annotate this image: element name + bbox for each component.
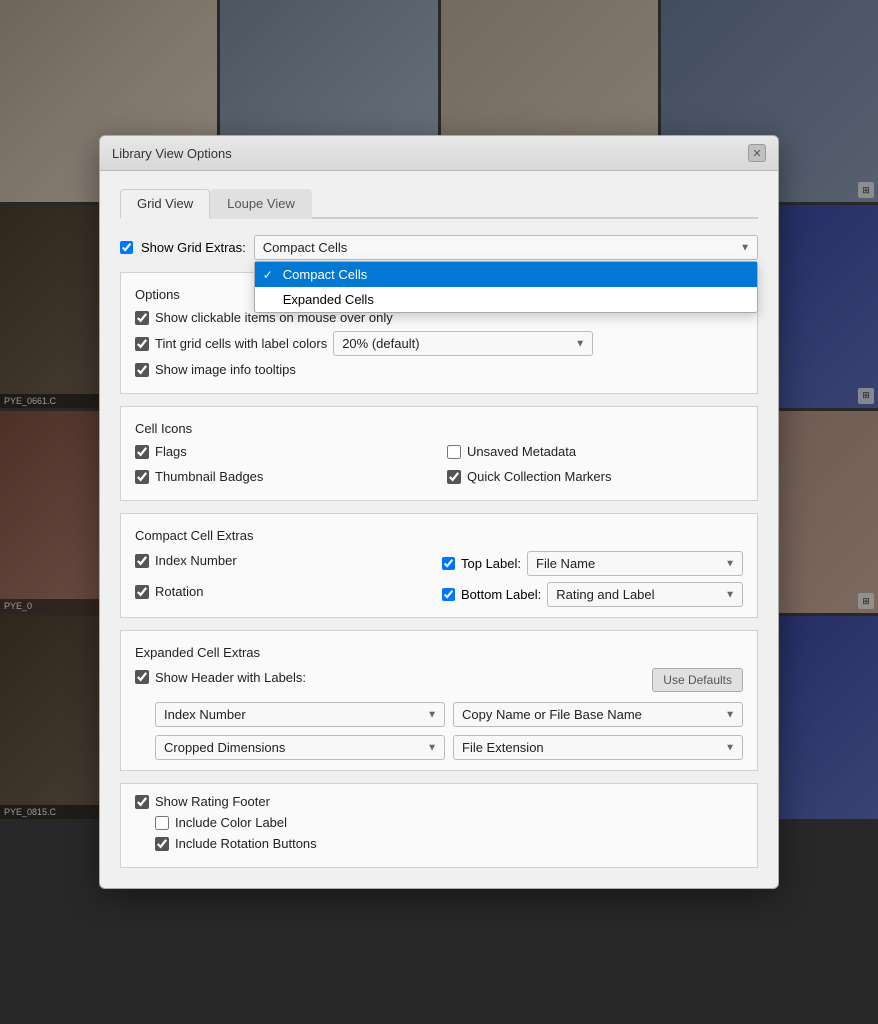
- rating-footer-section: Show Rating Footer Include Color Label I…: [120, 783, 758, 868]
- check-mark-icon: ✓: [263, 268, 273, 282]
- compact-extras-grid: Index Number Top Label: File Name ▼: [135, 551, 743, 607]
- show-clickable-checkbox[interactable]: [135, 311, 149, 325]
- bottom-label-checkbox[interactable]: [442, 588, 455, 601]
- thumbnail-badges-row: Thumbnail Badges: [135, 469, 431, 484]
- quick-collection-row: Quick Collection Markers: [447, 469, 743, 484]
- dialog-titlebar: Library View Options ✕: [100, 136, 778, 171]
- show-grid-extras-checkbox[interactable]: [120, 241, 133, 254]
- tab-grid-view[interactable]: Grid View: [120, 189, 210, 219]
- cell-icons-title: Cell Icons: [135, 421, 743, 436]
- compact-extras-title: Compact Cell Extras: [135, 528, 743, 543]
- show-rating-footer-checkbox[interactable]: [135, 795, 149, 809]
- include-color-label-label: Include Color Label: [175, 815, 287, 830]
- show-tooltips-row: Show image info tooltips: [135, 362, 743, 377]
- tint-grid-checkbox[interactable]: [135, 337, 149, 351]
- show-header-checkbox[interactable]: [135, 670, 149, 684]
- unsaved-metadata-row: Unsaved Metadata: [447, 444, 743, 459]
- four-selects-grid: Index Number ▼ Copy Name or File Base Na…: [135, 702, 743, 760]
- expanded-select-4-wrapper: File Extension ▼: [453, 735, 743, 760]
- dropdown-item-compact-label: Compact Cells: [283, 267, 368, 282]
- show-tooltips-checkbox[interactable]: [135, 363, 149, 377]
- use-defaults-button[interactable]: Use Defaults: [652, 668, 743, 692]
- flags-row: Flags: [135, 444, 431, 459]
- show-grid-extras-select[interactable]: Compact Cells Expanded Cells: [254, 235, 758, 260]
- cell-icons-grid: Flags Unsaved Metadata Thumbnail Badges …: [135, 444, 743, 490]
- rating-footer-options: Include Color Label Include Rotation But…: [135, 815, 743, 851]
- show-rating-footer-label: Show Rating Footer: [155, 794, 270, 809]
- bottom-label-label: Bottom Label:: [461, 587, 541, 602]
- top-label-label: Top Label:: [461, 556, 521, 571]
- expanded-select-2[interactable]: Copy Name or File Base Name: [453, 702, 743, 727]
- tint-grid-label: Tint grid cells with label colors: [155, 336, 327, 351]
- bottom-label-select-wrapper: Rating and Label ▼: [547, 582, 743, 607]
- include-rotation-buttons-checkbox[interactable]: [155, 837, 169, 851]
- expanded-header-row: Show Header with Labels: Use Defaults: [135, 668, 743, 692]
- expanded-select-4[interactable]: File Extension: [453, 735, 743, 760]
- cell-icons-section: Cell Icons Flags Unsaved Metadata Thumbn…: [120, 406, 758, 501]
- tab-bar: Grid View Loupe View: [120, 187, 758, 219]
- index-number-checkbox[interactable]: [135, 554, 149, 568]
- expanded-extras-title: Expanded Cell Extras: [135, 645, 743, 660]
- rotation-row: Rotation: [135, 584, 436, 599]
- top-label-select[interactable]: File Name: [527, 551, 743, 576]
- thumbnail-badges-label: Thumbnail Badges: [155, 469, 263, 484]
- show-header-row: Show Header with Labels:: [135, 670, 306, 685]
- quick-collection-label: Quick Collection Markers: [467, 469, 612, 484]
- thumbnail-badges-checkbox[interactable]: [135, 470, 149, 484]
- bottom-label-row: Bottom Label: Rating and Label ▼: [442, 582, 743, 607]
- expanded-extras-section: Expanded Cell Extras Show Header with La…: [120, 630, 758, 771]
- dialog-backdrop: Library View Options ✕ Grid View Loupe V…: [0, 0, 878, 1024]
- expanded-select-3-wrapper: Cropped Dimensions ▼: [155, 735, 445, 760]
- dropdown-item-compact[interactable]: ✓ Compact Cells: [255, 262, 757, 287]
- compact-extras-section: Compact Cell Extras Index Number Top Lab…: [120, 513, 758, 618]
- include-rotation-buttons-label: Include Rotation Buttons: [175, 836, 317, 851]
- show-header-label: Show Header with Labels:: [155, 670, 306, 685]
- dialog-body: Grid View Loupe View Show Grid Extras: C…: [100, 171, 778, 888]
- expanded-select-1[interactable]: Index Number: [155, 702, 445, 727]
- rotation-label: Rotation: [155, 584, 203, 599]
- expanded-select-2-wrapper: Copy Name or File Base Name ▼: [453, 702, 743, 727]
- bottom-label-select[interactable]: Rating and Label: [547, 582, 743, 607]
- top-label-select-wrapper: File Name ▼: [527, 551, 743, 576]
- top-label-row: Top Label: File Name ▼: [442, 551, 743, 576]
- quick-collection-checkbox[interactable]: [447, 470, 461, 484]
- tint-select[interactable]: 20% (default): [333, 331, 593, 356]
- dropdown-item-expanded-label: Expanded Cells: [283, 292, 374, 307]
- unsaved-metadata-label: Unsaved Metadata: [467, 444, 576, 459]
- dropdown-item-expanded[interactable]: Expanded Cells: [255, 287, 757, 312]
- show-tooltips-label: Show image info tooltips: [155, 362, 296, 377]
- tint-select-wrapper: 20% (default) ▼: [333, 331, 593, 356]
- library-view-options-dialog: Library View Options ✕ Grid View Loupe V…: [99, 135, 779, 889]
- tint-grid-row: Tint grid cells with label colors 20% (d…: [135, 331, 743, 356]
- index-number-label: Index Number: [155, 553, 237, 568]
- expanded-select-3[interactable]: Cropped Dimensions: [155, 735, 445, 760]
- flags-checkbox[interactable]: [135, 445, 149, 459]
- top-label-checkbox[interactable]: [442, 557, 455, 570]
- include-color-label-checkbox[interactable]: [155, 816, 169, 830]
- show-grid-extras-label: Show Grid Extras:: [141, 240, 246, 255]
- include-color-label-row: Include Color Label: [155, 815, 743, 830]
- show-grid-extras-row: Show Grid Extras: Compact Cells Expanded…: [120, 235, 758, 260]
- expanded-select-1-wrapper: Index Number ▼: [155, 702, 445, 727]
- close-button[interactable]: ✕: [748, 144, 766, 162]
- unsaved-metadata-checkbox[interactable]: [447, 445, 461, 459]
- dialog-title: Library View Options: [112, 146, 232, 161]
- tab-loupe-view[interactable]: Loupe View: [210, 189, 312, 219]
- grid-extras-dropdown[interactable]: ✓ Compact Cells Expanded Cells: [254, 261, 758, 313]
- include-rotation-buttons-row: Include Rotation Buttons: [155, 836, 743, 851]
- flags-label: Flags: [155, 444, 187, 459]
- show-grid-extras-select-wrapper: Compact Cells Expanded Cells ▼ ✓ Compact…: [254, 235, 758, 260]
- show-rating-footer-row: Show Rating Footer: [135, 794, 743, 809]
- rotation-checkbox[interactable]: [135, 585, 149, 599]
- index-number-row: Index Number: [135, 553, 436, 568]
